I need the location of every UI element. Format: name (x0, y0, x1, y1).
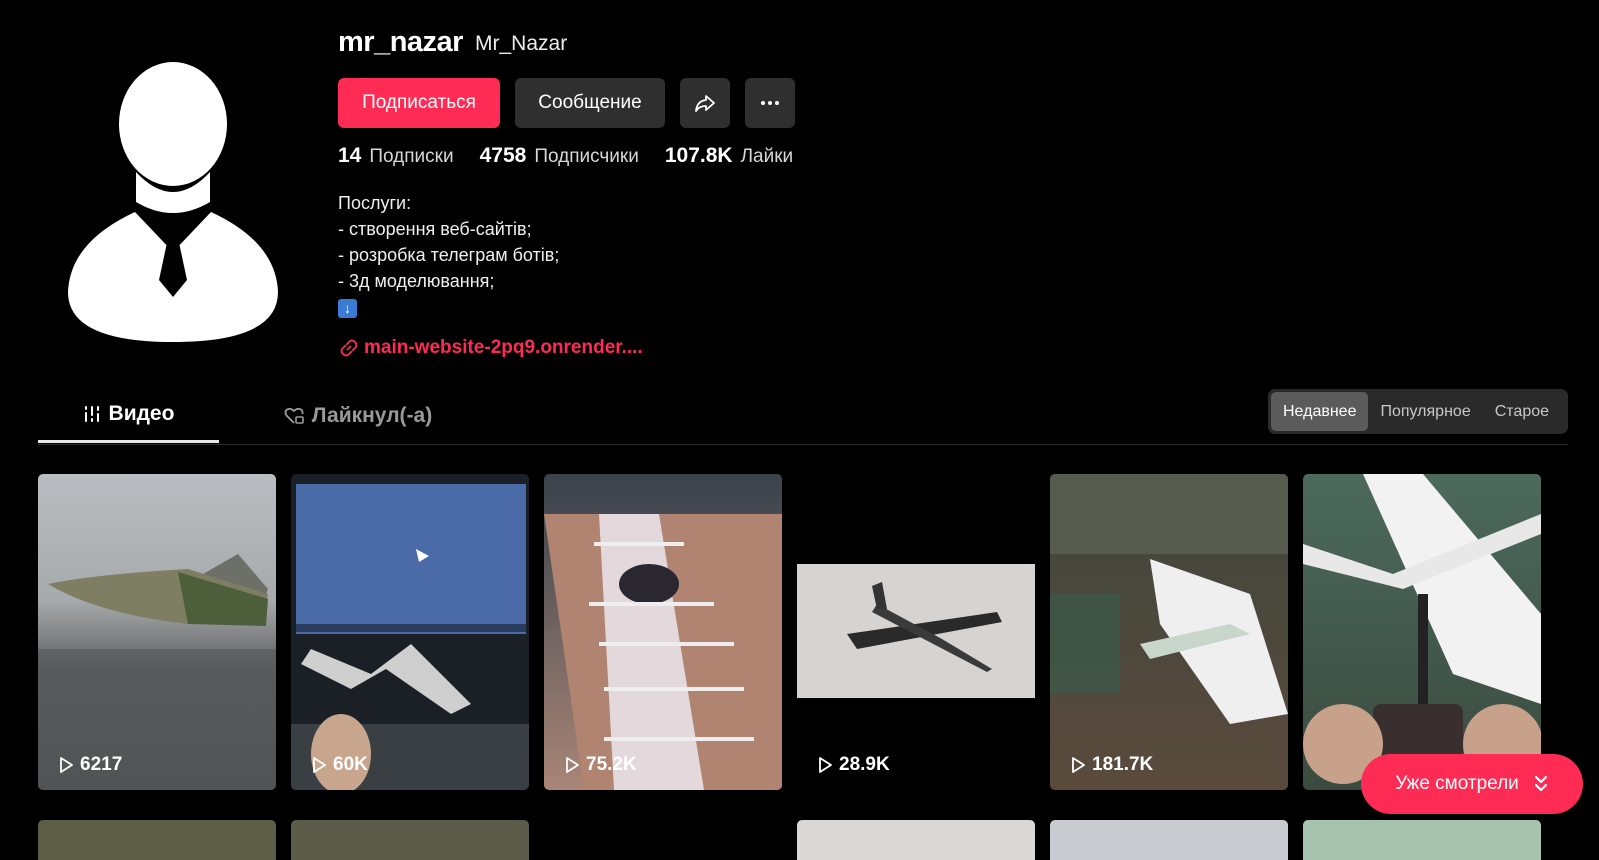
view-count: 28.9K (817, 754, 890, 776)
play-icon (1072, 757, 1085, 773)
already-watched-button[interactable]: Уже смотрели (1361, 754, 1583, 814)
video-card[interactable]: 75.2K (544, 474, 782, 790)
followers-count: 4758 (479, 144, 527, 167)
play-icon (60, 757, 73, 773)
sort-popular[interactable]: Популярное (1368, 392, 1482, 431)
tab-liked-label: Лайкнул(-а) (311, 403, 433, 427)
view-count: 60K (311, 754, 368, 776)
link-text: main-website-2pq9.onrender.... (364, 337, 643, 358)
video-card[interactable] (1050, 820, 1288, 860)
likes-label: Лайки (740, 146, 794, 167)
view-count: 75.2K (564, 754, 637, 776)
down-arrow-emoji: ↓ (338, 299, 357, 318)
play-icon (566, 757, 579, 773)
profile-bio: Послуги: - створення веб-сайтів; - розро… (338, 190, 559, 320)
following-count: 14 (338, 144, 362, 167)
video-card[interactable] (797, 820, 1035, 860)
video-thumbnail (1050, 474, 1288, 724)
video-card[interactable]: 181.7K (1050, 474, 1288, 790)
bio-line: - розробка телеграм ботів; (338, 245, 560, 265)
sort-segmented-control: Недавнее Популярное Старое (1268, 389, 1568, 434)
double-chevron-down-icon (1534, 775, 1547, 792)
video-card[interactable] (1303, 820, 1541, 860)
video-thumbnail (544, 514, 782, 790)
play-icon (313, 757, 326, 773)
heart-lock-icon (284, 407, 304, 424)
more-options-button[interactable] (745, 78, 795, 128)
following-label: Подписки (369, 146, 454, 167)
followers-stat[interactable]: 4758 Подписчики (480, 144, 639, 168)
tab-liked[interactable]: Лайкнул(-а) (258, 388, 458, 443)
sort-oldest[interactable]: Старое (1483, 392, 1561, 431)
video-card[interactable]: 6217 (38, 474, 276, 790)
link-icon (340, 339, 358, 357)
video-card[interactable]: 60K (291, 474, 529, 790)
profile-website-link[interactable]: main-website-2pq9.onrender.... (340, 337, 643, 359)
profile-nickname: Mr_Nazar (475, 32, 568, 55)
video-thumbnail (291, 484, 529, 790)
video-thumbnail (1303, 474, 1541, 784)
video-thumbnail (38, 554, 276, 790)
profile-stats: 14 Подписки 4758 Подписчики 107.8K Лайки (338, 144, 819, 168)
video-card[interactable] (291, 820, 529, 860)
sort-recent[interactable]: Недавнее (1271, 392, 1369, 431)
video-card[interactable] (1303, 474, 1541, 790)
person-silhouette-icon (40, 52, 302, 344)
following-stat[interactable]: 14 Подписки (338, 144, 454, 168)
message-button[interactable]: Сообщение (515, 78, 665, 128)
follow-button[interactable]: Подписаться (338, 78, 500, 128)
grid-lines-icon (84, 406, 99, 422)
video-card[interactable] (38, 820, 276, 860)
profile-username: mr_nazar (338, 26, 463, 58)
followers-label: Подписчики (534, 146, 639, 167)
profile-avatar[interactable] (40, 52, 302, 344)
ellipsis-icon (761, 101, 779, 105)
tab-videos[interactable]: Видео (38, 388, 219, 443)
video-card[interactable]: 28.9K (797, 474, 1035, 790)
play-icon (819, 757, 832, 773)
bio-line: - 3д моделювання; (338, 271, 495, 291)
likes-stat: 107.8K Лайки (665, 144, 793, 168)
video-thumbnail (797, 564, 1035, 698)
view-count: 6217 (58, 754, 122, 776)
view-count: 181.7K (1070, 754, 1153, 776)
tab-videos-label: Видео (108, 402, 175, 425)
share-arrow-icon (695, 95, 715, 112)
already-watched-label: Уже смотрели (1395, 773, 1519, 794)
bio-line: - створення веб-сайтів; (338, 219, 532, 239)
bio-line: Послуги: (338, 193, 412, 213)
share-button[interactable] (680, 78, 730, 128)
likes-count: 107.8K (664, 144, 733, 167)
